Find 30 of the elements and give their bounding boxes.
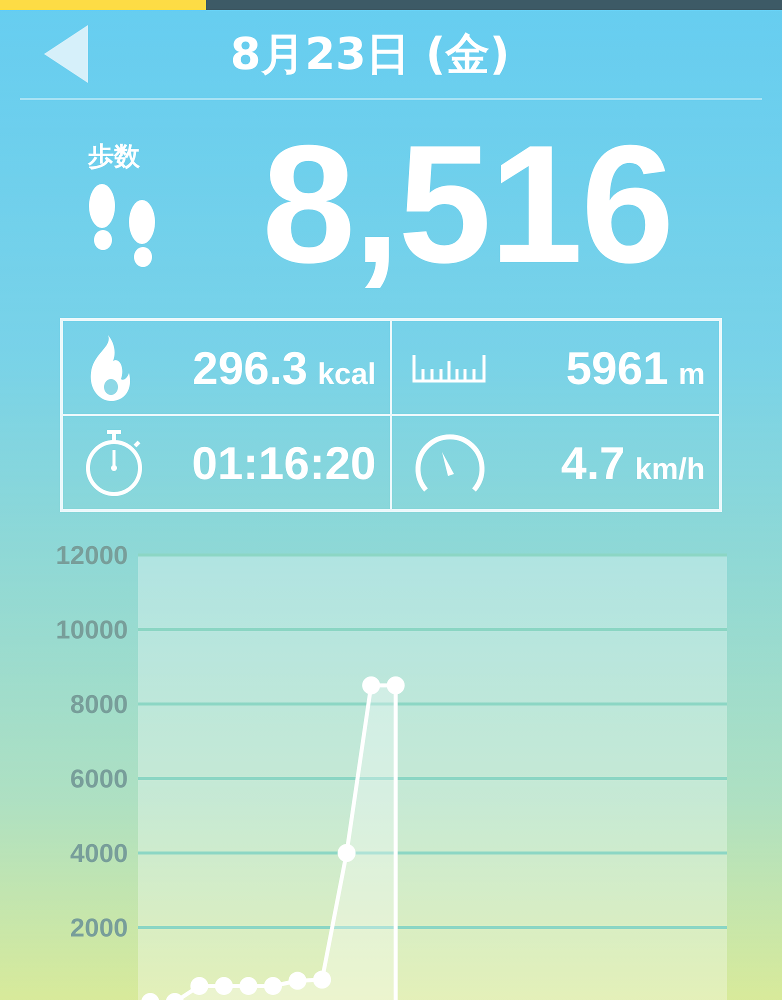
back-button[interactable] xyxy=(44,25,88,83)
data-point xyxy=(313,970,332,989)
ruler-icon xyxy=(412,352,486,382)
y-tick-label: 8000 xyxy=(70,689,128,719)
data-point xyxy=(264,976,282,995)
y-tick-label: 12000 xyxy=(56,542,128,570)
stopwatch-icon xyxy=(83,428,145,498)
steps-label: 歩数 xyxy=(88,140,140,174)
y-tick-label: 10000 xyxy=(56,614,128,644)
stat-unit: m xyxy=(678,358,705,392)
stat-unit: km/h xyxy=(634,452,705,486)
step-count: 8,516 xyxy=(262,120,672,288)
data-point xyxy=(362,676,380,694)
y-tick-label: 6000 xyxy=(70,764,128,794)
data-point xyxy=(338,844,356,862)
stat-unit: kcal xyxy=(318,358,376,392)
data-point xyxy=(239,976,258,995)
y-tick-label: 2000 xyxy=(70,912,128,942)
data-point xyxy=(288,972,307,990)
data-point xyxy=(141,993,160,1000)
y-tick-label: 4000 xyxy=(70,838,128,868)
stat-value: 01:16:20 xyxy=(192,436,376,490)
date-title: 8月23日 (金) xyxy=(229,28,511,82)
data-point xyxy=(190,976,208,995)
stat-value: 296.3 xyxy=(192,340,308,394)
data-point xyxy=(214,976,233,995)
data-point xyxy=(386,676,405,694)
stat-value: 4.7 xyxy=(561,436,625,490)
stat-value: 5961 xyxy=(566,340,668,394)
data-point xyxy=(166,993,184,1000)
